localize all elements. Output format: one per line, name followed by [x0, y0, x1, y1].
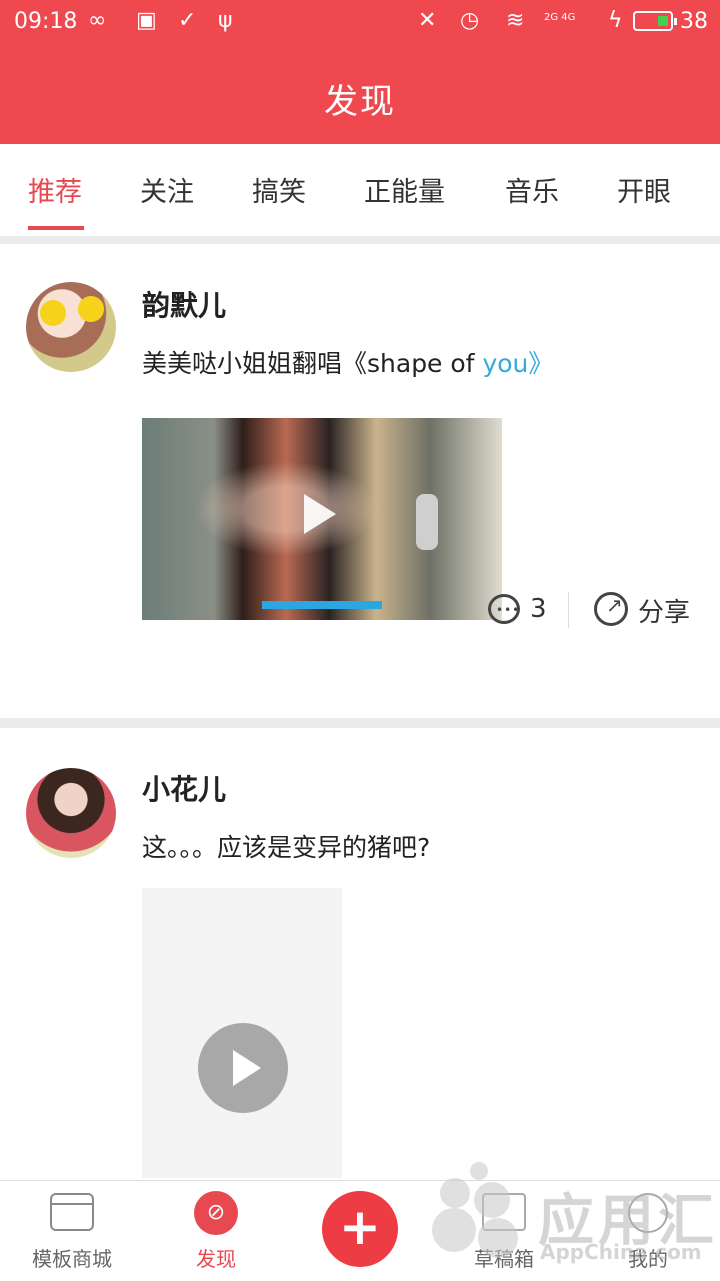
app-header: 09:18 ∞ ▣ ✓ ψ ✕ ◷ ≋ 2G 4G ϟ 38 发现 — [0, 0, 720, 144]
charging-icon: ϟ — [608, 8, 623, 33]
post-card: 韵默儿 美美哒小姐姐翻唱《shape of you》 ••• 3 ↗ 分享 — [0, 244, 720, 718]
play-icon[interactable] — [304, 494, 336, 534]
play-icon[interactable] — [198, 1023, 288, 1113]
watermark-logo-icon — [430, 1160, 540, 1260]
nav-template-store[interactable]: 模板商城 — [12, 1181, 132, 1281]
tab-recommend[interactable]: 推荐 — [28, 170, 82, 209]
video-thumbnail[interactable] — [142, 888, 342, 1178]
comment-count[interactable]: 3 — [530, 594, 547, 624]
active-tab-indicator — [28, 226, 84, 230]
signal-label: 2G 4G — [544, 12, 576, 23]
status-bar: 09:18 ∞ ▣ ✓ ψ ✕ ◷ ≋ 2G 4G ϟ 38 — [0, 0, 720, 46]
tab-positive-energy[interactable]: 正能量 — [364, 170, 445, 209]
avatar[interactable] — [26, 768, 116, 858]
category-tabs: 推荐 关注 搞笑 正能量 音乐 开眼 — [0, 144, 720, 236]
store-icon — [50, 1193, 94, 1231]
post-text: 美美哒小姐姐翻唱《shape of you》 — [142, 344, 553, 380]
nav-label: 发现 — [196, 1247, 236, 1271]
tab-funny[interactable]: 搞笑 — [252, 170, 306, 209]
page-title: 发现 — [324, 82, 396, 122]
tab-follow[interactable]: 关注 — [140, 170, 194, 209]
wifi-icon: ≋ — [506, 8, 525, 33]
tab-music[interactable]: 音乐 — [505, 170, 559, 209]
usb-icon: ψ — [218, 8, 233, 33]
microphone-image — [416, 494, 438, 550]
status-time: 09:18 — [14, 9, 78, 34]
post-username[interactable]: 小花儿 — [142, 768, 226, 808]
alarm-icon: ◷ — [460, 8, 480, 33]
comment-icon[interactable]: ••• — [488, 594, 520, 624]
post-text: 这。。。应该是变异的猪吧? — [142, 833, 431, 862]
subtitle-strip — [262, 601, 382, 609]
battery-level: 38 — [680, 9, 708, 34]
appchina-watermark: 应用汇 AppChina.com — [430, 1160, 720, 1280]
avatar[interactable] — [26, 282, 116, 372]
post-username[interactable]: 韵默儿 — [142, 284, 226, 324]
post-text-prefix: 美美哒小姐姐翻唱《shape of — [142, 349, 483, 378]
share-button[interactable]: 分享 — [638, 592, 690, 629]
check-circle-icon: ✓ — [178, 8, 197, 33]
add-button[interactable]: + — [322, 1191, 398, 1267]
mute-icon: ✕ — [418, 8, 437, 33]
post-text-link[interactable]: you》 — [482, 349, 553, 378]
image-notification-icon: ▣ — [136, 8, 157, 33]
nav-label: 模板商城 — [32, 1247, 112, 1271]
nav-discover[interactable]: ⊘ 发现 — [156, 1181, 276, 1281]
post-card: 小花儿 这。。。应该是变异的猪吧? — [0, 728, 720, 1180]
compass-icon: ⊘ — [194, 1191, 238, 1235]
share-icon[interactable]: ↗ — [594, 592, 628, 626]
battery-icon — [633, 11, 677, 31]
infinity-icon: ∞ — [88, 8, 107, 33]
video-thumbnail[interactable] — [142, 418, 502, 620]
action-divider — [568, 592, 569, 628]
watermark-url: AppChina.com — [540, 1240, 702, 1264]
tab-eye-opening[interactable]: 开眼 — [617, 170, 671, 209]
